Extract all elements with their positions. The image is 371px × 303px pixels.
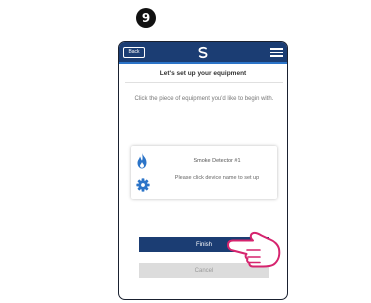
instruction-text: Click the piece of equipment you'd like … — [134, 96, 274, 102]
device-hint: Please click device name to set up — [174, 175, 260, 181]
salus-logo-icon — [198, 46, 208, 59]
screen-title: Let's set up your equipment — [159, 70, 247, 77]
pointing-hand-icon — [227, 231, 281, 268]
divider — [125, 82, 283, 83]
device-name[interactable]: Smoke Detector #1 — [167, 158, 267, 164]
app-header: Back — [119, 42, 287, 64]
step-number-badge: 9 — [136, 8, 156, 28]
gear-icon[interactable] — [136, 178, 150, 192]
flame-icon — [137, 152, 147, 169]
back-button[interactable]: Back — [123, 47, 145, 58]
hamburger-menu-icon[interactable] — [270, 48, 283, 57]
device-card[interactable]: Smoke Detector #1 Please click device na… — [131, 146, 277, 199]
